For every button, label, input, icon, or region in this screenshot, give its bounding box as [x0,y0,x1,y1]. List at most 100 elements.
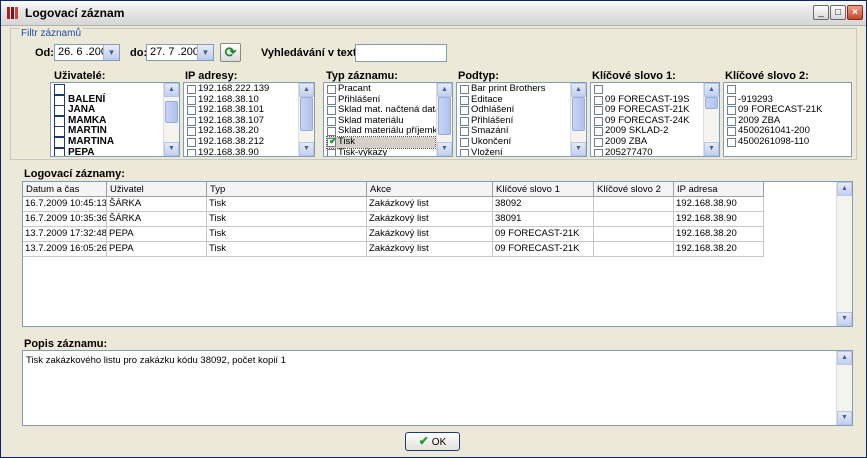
ip-item-label: 192.168.38.107 [198,114,265,126]
description-label: Popis záznamu: [24,338,108,350]
checkbox[interactable] [327,116,336,126]
checkbox[interactable] [594,85,603,94]
checkbox[interactable] [460,106,469,116]
users-list-item[interactable]: PEPA [54,147,162,156]
checkbox[interactable] [594,95,603,105]
kw1-item-label: 2009 SKLAD-2 [605,125,669,137]
title-bar[interactable]: Logovací záznam _ □ × [1,1,866,26]
description-scrollbar[interactable]: ▲ ▼ [836,351,852,425]
column-header[interactable]: Klíčové slovo 2 [594,182,674,197]
checkbox[interactable] [727,106,736,116]
users-item-label: MARTIN [68,125,107,137]
chevron-down-icon[interactable]: ▼ [197,45,213,60]
column-header[interactable]: Akce [367,182,493,197]
refresh-button[interactable]: ⟳ [220,43,241,62]
checkbox[interactable] [727,116,736,126]
checkbox[interactable]: ✔ [327,136,337,147]
typ-list-item[interactable]: Tisk-výkazy [327,147,435,156]
checkbox[interactable] [460,116,469,126]
kw1-item-label: 09 FORECAST-19S [605,93,690,105]
kw1-listbox[interactable]: 09 FORECAST-19S 09 FORECAST-21K 09 FORECAS… [590,82,720,157]
filter-legend: Filtr záznamů [19,28,84,39]
table-cell: ŠÁRKA [107,212,207,227]
checkbox[interactable] [187,127,196,137]
description-memo[interactable]: Tisk zakázkového listu pro zakázku kódu … [22,350,853,426]
users-listbox[interactable]: BALENÍJANAMAMKAMARTINMARTINAPEPAPETR ▲▼ [50,82,180,157]
table-cell: 38092 [493,197,594,212]
table-cell: Zakázkový list [367,242,493,257]
records-scrollbar[interactable]: ▲ ▼ [836,182,852,326]
table-cell: 192.168.38.20 [674,227,764,242]
column-header[interactable]: IP adresa [674,182,764,197]
checkbox[interactable] [460,85,469,94]
kw2-listbox[interactable]: -919293 09 FORECAST-21K 2009 ZBA 4500261041… [723,82,852,157]
checkbox[interactable] [187,95,196,105]
search-input[interactable] [355,44,447,62]
checkbox[interactable] [594,137,603,147]
podtyp-list-item[interactable]: Vložení [460,147,569,156]
column-header[interactable]: Datum a čas [23,182,107,197]
ip-scrollbar[interactable]: ▲ ▼ [298,83,314,156]
table-cell: Tisk [207,212,367,227]
typ-listbox[interactable]: Pracant Přihlášení Sklad mat. načtená data… [323,82,453,157]
table-cell: 38091 [493,212,594,227]
podtyp-scrollbar[interactable]: ▲ ▼ [570,83,586,156]
close-button[interactable]: × [847,5,863,20]
check-icon: ✔ [418,434,429,448]
checkbox[interactable] [187,137,196,147]
column-header[interactable]: Typ [207,182,367,197]
checkbox[interactable] [187,106,196,116]
typ-scrollbar[interactable]: ▲ ▼ [436,83,452,156]
checkbox[interactable] [460,137,469,147]
do-date-picker[interactable]: 27. 7 .2009 ▼ [146,44,214,61]
ok-button[interactable]: ✔ OK [405,432,460,451]
users-scrollbar[interactable]: ▲ ▼ [163,83,179,156]
records-grid[interactable]: Datum a čas Uživatel Typ Akce Klíčové slovo … [22,181,853,327]
checkbox[interactable] [187,148,196,156]
od-date-picker[interactable]: 26. 6 .2009 ▼ [54,44,120,61]
checkbox[interactable] [54,147,65,156]
minimize-button[interactable]: _ [813,5,829,20]
checkbox[interactable] [54,105,65,117]
kw1-label: Klíčové slovo 1: [592,70,676,82]
table-cell: Tisk [207,197,367,212]
ip-list-item[interactable]: 192.168.38.90 [187,147,297,156]
refresh-icon: ⟳ [224,44,237,60]
checkbox[interactable] [187,85,196,94]
checkbox[interactable] [727,137,736,147]
checkbox[interactable] [327,95,336,105]
kw1-scrollbar[interactable]: ▲ ▼ [703,83,719,156]
checkbox[interactable] [594,127,603,137]
column-header[interactable]: Uživatel [107,182,207,197]
table-cell: Zakázkový list [367,197,493,212]
checkbox[interactable] [54,84,65,95]
ip-listbox[interactable]: 192.168.222.139 192.168.38.10 192.168.38.1… [183,82,315,157]
checkbox[interactable] [594,116,603,126]
checkbox[interactable] [594,148,603,156]
checkbox[interactable] [727,85,736,94]
checkbox[interactable] [727,95,736,105]
checkbox[interactable] [594,106,603,116]
kw1-list-item[interactable]: 205277470 [594,146,702,157]
checkbox[interactable] [54,115,65,127]
checkbox[interactable] [54,126,65,138]
checkbox[interactable] [460,127,469,137]
checkbox[interactable] [54,136,65,148]
checkbox[interactable] [327,85,336,94]
kw2-list-item[interactable]: 4500261098-110 [727,136,848,148]
podtyp-listbox[interactable]: Bar print Brothers Editace Odhlášení Přihlá… [456,82,587,157]
checkbox[interactable] [727,127,736,137]
checkbox[interactable] [327,106,336,116]
podtyp-item-label: Smazání [471,125,509,137]
table-cell: Tisk [207,227,367,242]
checkbox[interactable] [327,148,336,156]
kw1-item-label: 205277470 [605,146,653,157]
chevron-down-icon[interactable]: ▼ [103,45,119,60]
maximize-button[interactable]: □ [830,5,846,20]
checkbox[interactable] [460,148,469,156]
column-header[interactable]: Klíčové slovo 1 [493,182,594,197]
checkbox[interactable] [54,94,65,106]
checkbox[interactable] [460,95,469,105]
kw2-item-label: 09 FORECAST-21K [738,104,823,116]
checkbox[interactable] [187,116,196,126]
